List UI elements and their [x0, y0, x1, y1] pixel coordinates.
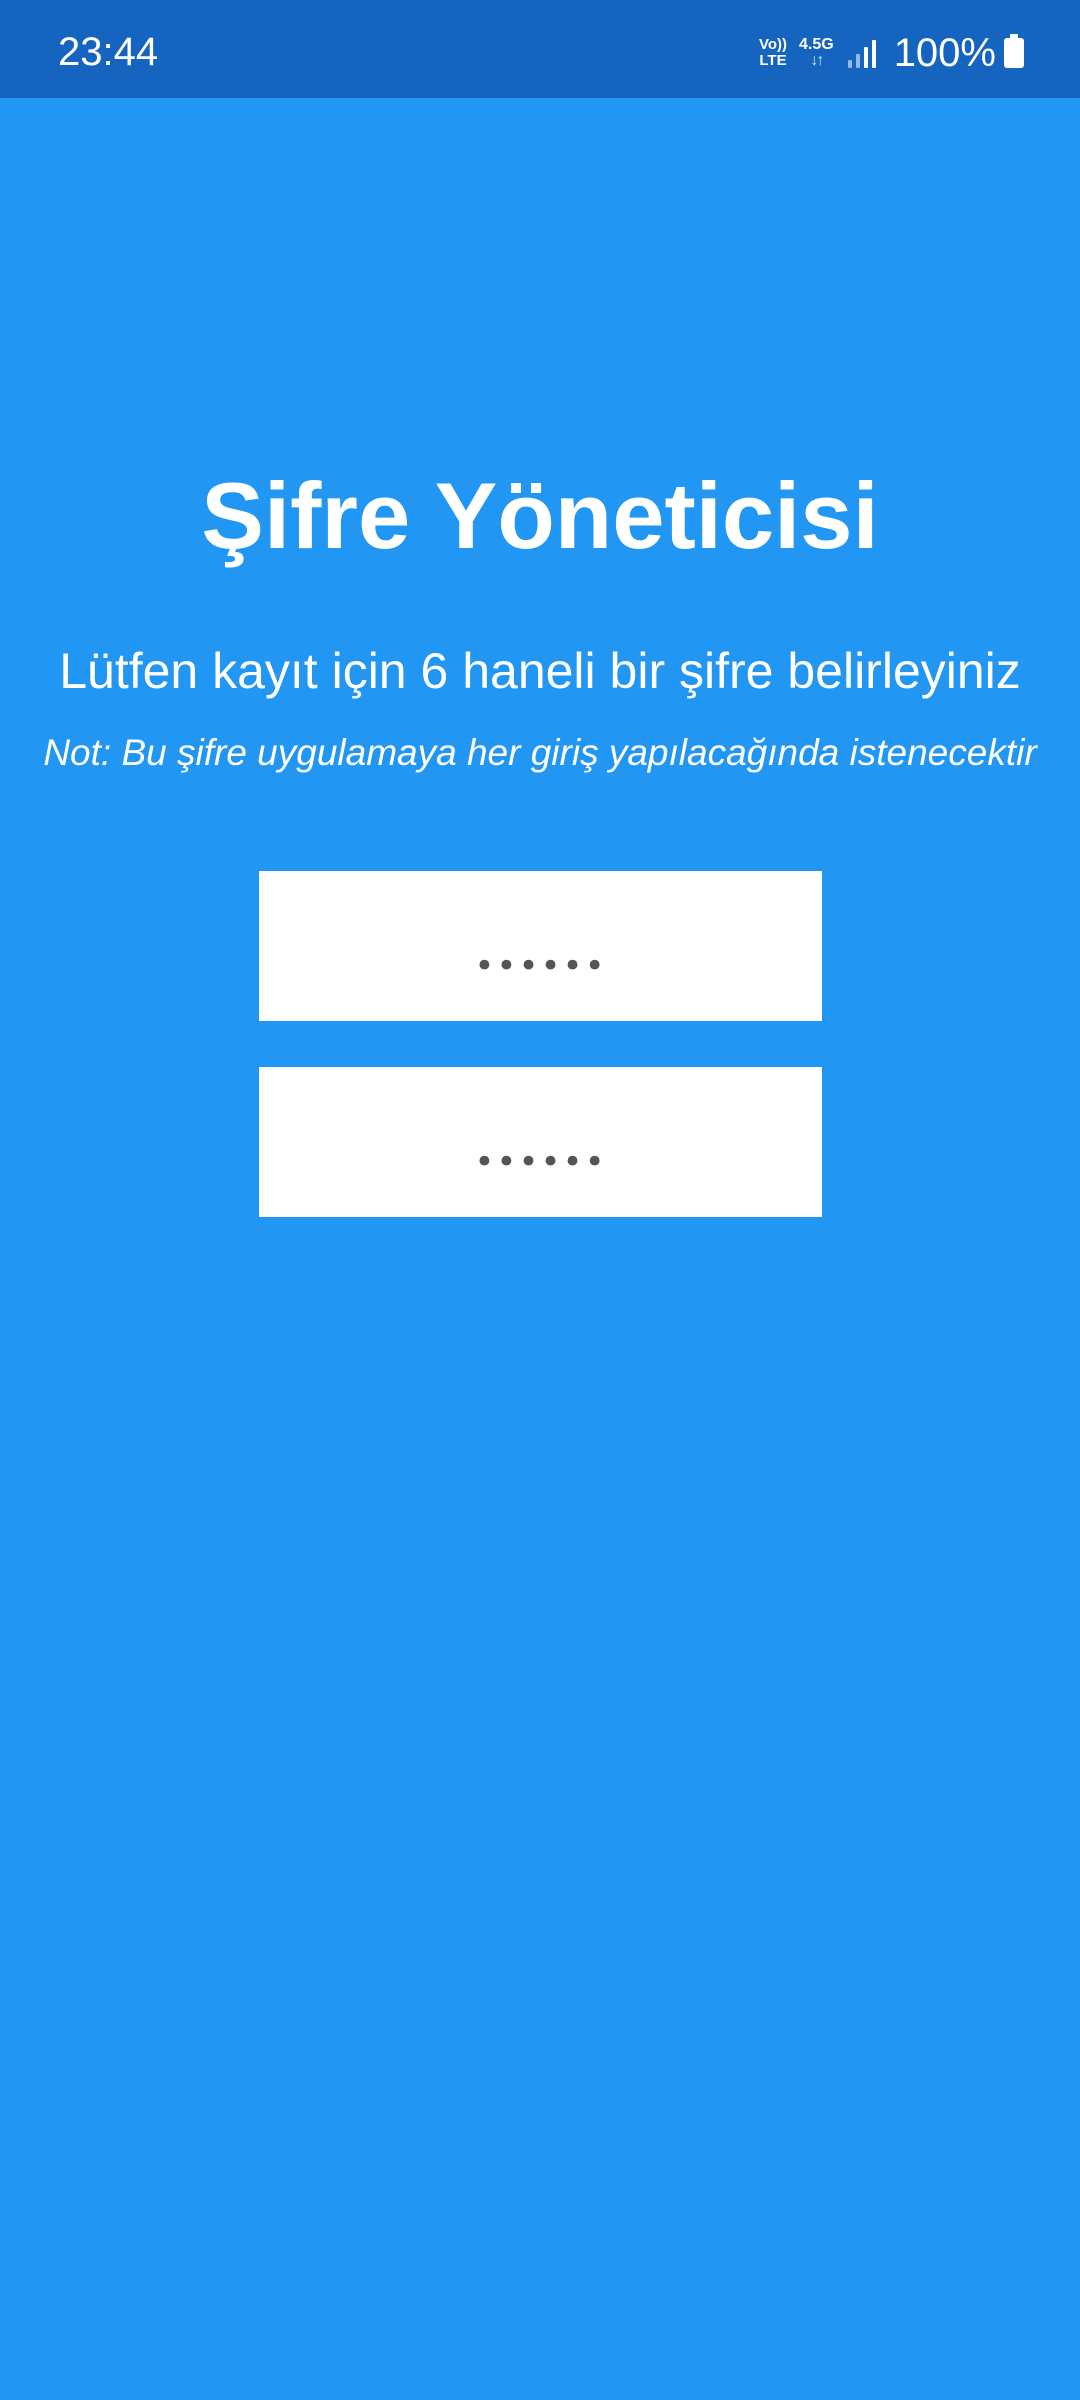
battery-percent: 100%: [893, 30, 996, 75]
volte-top-label: Vo)): [758, 36, 787, 53]
password-confirm-mask: ••••••: [474, 1142, 607, 1182]
page-title: Şifre Yöneticisi: [201, 463, 879, 568]
status-bar: 23:44 Vo)) LTE 4.5G ↓↑ 100%: [0, 0, 1080, 98]
password-mask: ••••••: [474, 946, 607, 986]
instruction-text: Lütfen kayıt için 6 haneli bir şifre bel…: [59, 643, 1021, 699]
volte-icon: Vo)) LTE: [759, 37, 787, 69]
network-4-5g-icon: 4.5G ↓↑: [799, 37, 834, 69]
password-field[interactable]: ••••••: [259, 871, 822, 1021]
password-confirm-field[interactable]: ••••••: [259, 1067, 822, 1217]
signal-icon: [847, 38, 880, 68]
status-time: 23:44: [58, 30, 159, 74]
note-text: Not: Bu şifre uygulamaya her giriş yapıl…: [43, 732, 1037, 773]
network-label: 4.5G: [799, 36, 834, 53]
network-arrows: ↓↑: [810, 52, 824, 69]
status-icons: Vo)) LTE 4.5G ↓↑ 100%: [759, 28, 1024, 78]
volte-bottom-label: LTE: [759, 52, 787, 69]
battery-icon: [1004, 34, 1024, 68]
